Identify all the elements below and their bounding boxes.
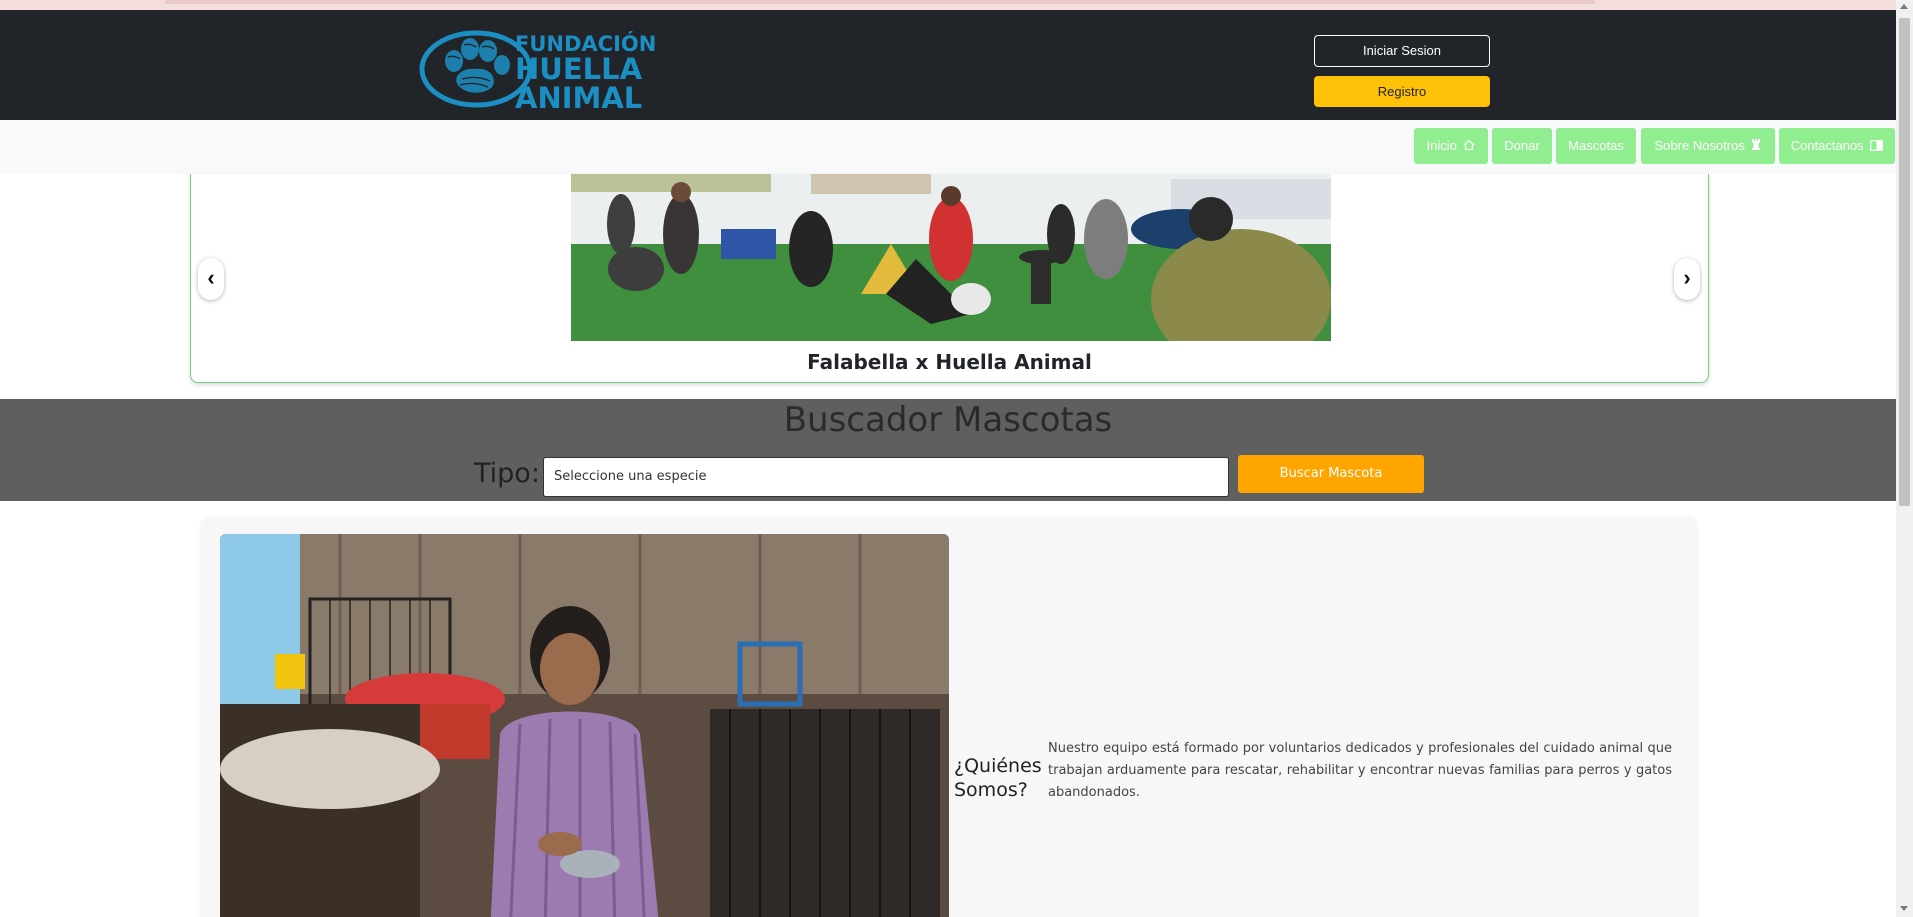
species-select[interactable]: Seleccione una especie [543, 457, 1229, 497]
search-title: Buscador Mascotas [783, 400, 1113, 440]
chevron-left-icon: ‹ [207, 265, 215, 290]
main-navbar: Inicio Donar Mascotas Sobre Nosotros Con… [0, 120, 1896, 174]
search-pet-button[interactable]: Buscar Mascota [1238, 455, 1424, 493]
carousel-next-button[interactable]: › [1674, 258, 1700, 300]
nav-item-sobre-nosotros[interactable]: Sobre Nosotros [1641, 128, 1775, 164]
nav-item-label: Contactanos [1790, 138, 1864, 153]
top-strip [0, 0, 1913, 10]
logo[interactable]: FUNDACIÓN HUELLA ANIMAL [418, 27, 656, 113]
tipo-label: Tipo: [474, 458, 540, 489]
page-scrollbar[interactable] [1896, 0, 1913, 917]
login-button[interactable]: Iniciar Sesion [1314, 35, 1490, 67]
scroll-thumb[interactable] [1899, 18, 1910, 506]
nav-item-label: Mascotas [1568, 138, 1624, 153]
about-image [220, 534, 949, 917]
top-strip-inner [165, 0, 1595, 4]
scroll-up-arrow-icon[interactable] [1900, 4, 1908, 9]
nav-item-label: Inicio [1426, 138, 1457, 153]
nav-item-label: Sobre Nosotros [1654, 138, 1745, 153]
site-header: FUNDACIÓN HUELLA ANIMAL Iniciar Sesion R… [0, 10, 1896, 120]
about-card: ¿Quiénes Somos? Nuestro equipo está form… [202, 518, 1696, 917]
nav-item-contactanos[interactable]: Contactanos [1779, 128, 1895, 164]
about-heading: ¿Quiénes Somos? [954, 755, 1042, 801]
nav-item-mascotas[interactable]: Mascotas [1556, 128, 1636, 164]
carousel-slide-image [571, 174, 1331, 341]
logo-line-3: ANIMAL [515, 81, 643, 115]
logo-line-2: HUELLA [515, 52, 643, 86]
house-icon [1463, 129, 1475, 165]
chevron-right-icon: › [1683, 265, 1691, 290]
pet-search-section: Buscador Mascotas Tipo: Seleccione una e… [0, 399, 1896, 501]
book-icon [1870, 129, 1884, 165]
register-button[interactable]: Registro [1314, 76, 1490, 107]
about-text: Nuestro equipo está formado por voluntar… [1048, 741, 1672, 800]
scroll-down-arrow-icon[interactable] [1900, 906, 1908, 911]
carousel: ‹ › Falabella x Huella Animal [190, 174, 1709, 383]
nav-item-donar[interactable]: Donar [1492, 128, 1552, 164]
logo-text: FUNDACIÓN HUELLA ANIMAL [515, 34, 656, 113]
nav-item-label: Donar [1504, 138, 1540, 153]
carousel-prev-button[interactable]: ‹ [198, 258, 224, 300]
carousel-caption: Falabella x Huella Animal [807, 350, 1092, 374]
chess-rook-icon [1751, 129, 1761, 165]
nav-item-inicio[interactable]: Inicio [1414, 128, 1488, 164]
